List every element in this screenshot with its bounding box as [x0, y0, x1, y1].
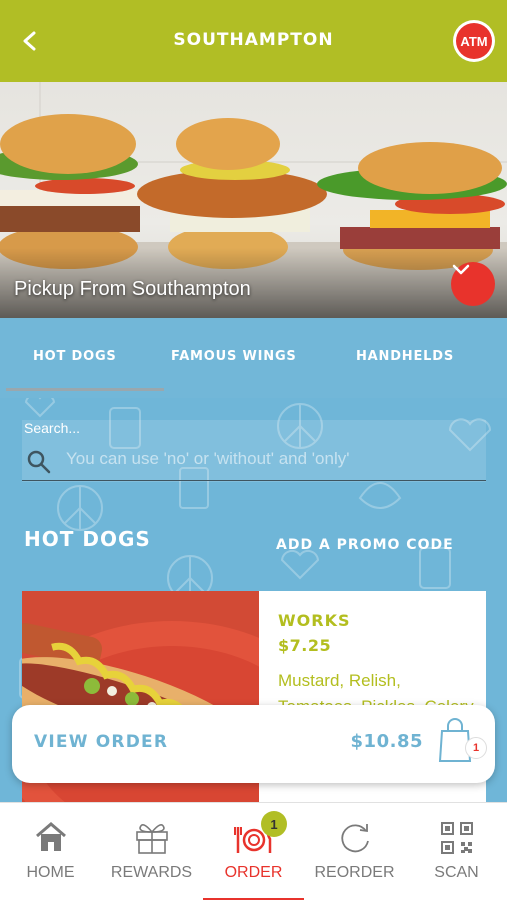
search-icon [27, 450, 51, 474]
search-input[interactable] [66, 446, 476, 472]
nav-rewards-label: REWARDS [110, 864, 193, 881]
category-tabs: HOT DOGS FAMOUS WINGS HANDHELDS [0, 318, 507, 399]
nav-reorder-label: REORDER [314, 864, 395, 881]
nav-order-label: ORDER [224, 864, 283, 881]
tab-famous-wings[interactable]: FAMOUS WINGS [171, 349, 297, 364]
bottom-nav: HOME REWARDS 1 ORDER REORDER SCAN [0, 802, 507, 900]
chevron-down-icon [452, 264, 470, 275]
view-order-bar[interactable]: VIEW ORDER $10.85 1 [12, 705, 495, 783]
qr-code-icon [440, 822, 473, 854]
tab-handhelds[interactable]: HANDHELDS [356, 349, 454, 364]
item-name: WORKS [278, 611, 351, 630]
nav-rewards[interactable]: REWARDS [101, 803, 202, 900]
order-count-badge: 1 [261, 811, 287, 837]
active-tab-indicator [6, 388, 164, 391]
nav-reorder[interactable]: REORDER [304, 803, 405, 900]
view-order-label: VIEW ORDER [34, 732, 169, 752]
pickup-location: Pickup From Southampton [14, 278, 251, 300]
tab-hot-dogs[interactable]: HOT DOGS [33, 349, 117, 364]
page-title: SOUTHAMPTON [173, 30, 334, 50]
bag-count-badge: 1 [465, 737, 487, 759]
order-total: $10.85 [350, 731, 423, 752]
avatar-initials: ATM [456, 23, 492, 59]
nav-order[interactable]: 1 ORDER [203, 803, 304, 900]
item-price: $7.25 [278, 636, 332, 655]
section-title: HOT DOGS [24, 527, 151, 551]
hero-banner: Pickup From Southampton [0, 82, 507, 318]
nav-scan[interactable]: SCAN [406, 803, 507, 900]
nav-home[interactable]: HOME [0, 803, 101, 900]
gift-icon [135, 824, 168, 854]
app-header: SOUTHAMPTON ATM [0, 0, 507, 82]
nav-scan-label: SCAN [434, 864, 479, 881]
search-label: Search... [24, 420, 81, 436]
location-dropdown-button[interactable] [451, 262, 495, 306]
nav-home-label: HOME [26, 864, 75, 881]
avatar[interactable]: ATM [453, 20, 495, 62]
home-icon [35, 822, 66, 851]
add-promo-code-button[interactable]: ADD A PROMO CODE [276, 537, 454, 553]
refresh-icon [340, 824, 369, 853]
search-underline [22, 480, 486, 481]
